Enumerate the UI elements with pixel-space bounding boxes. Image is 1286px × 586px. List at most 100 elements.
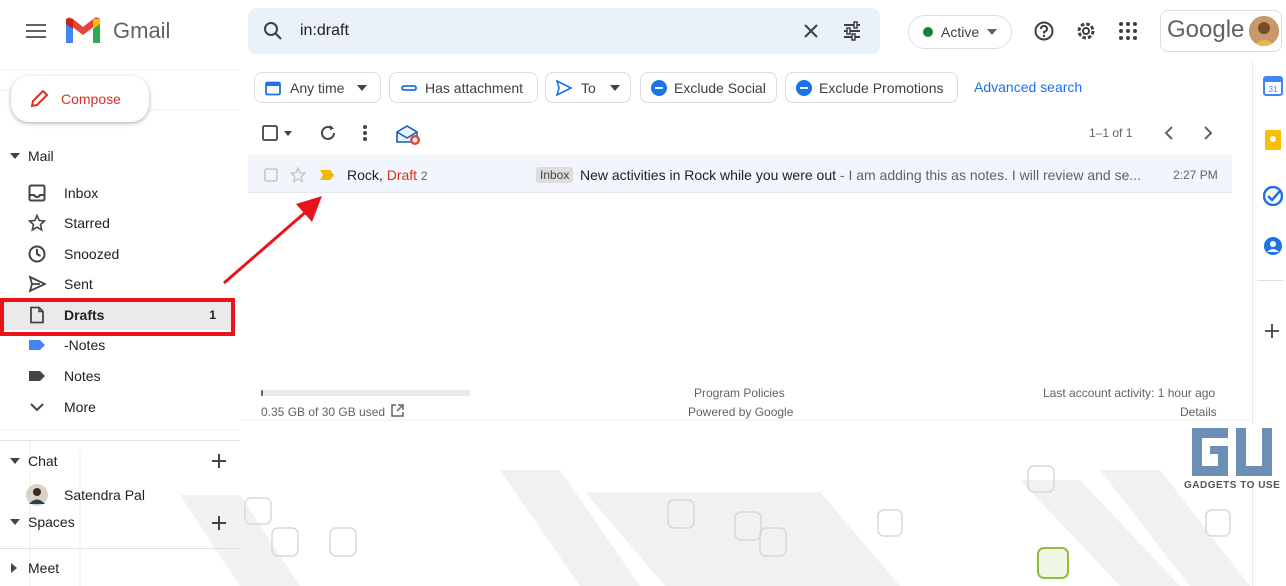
sidebar-item-sent[interactable]: Sent — [0, 269, 232, 299]
account-avatar[interactable] — [1249, 16, 1279, 46]
powered-by-text: Powered by Google — [688, 405, 794, 419]
search-icon[interactable] — [263, 21, 283, 41]
message-time: 2:27 PM — [1173, 168, 1218, 182]
sidebar-divider — [0, 548, 240, 549]
label-blue-icon — [29, 340, 45, 350]
importance-marker-icon[interactable] — [319, 169, 335, 181]
caret-down-icon — [10, 458, 20, 464]
draft-tag: Draft — [386, 167, 418, 183]
filter-has-attachment-chip[interactable]: Has attachment — [389, 72, 538, 103]
thread-count: 2 — [420, 169, 428, 183]
filter-exclude-social-chip[interactable]: Exclude Social — [640, 72, 777, 103]
sidebar-divider — [0, 440, 240, 441]
more-vert-icon[interactable] — [362, 124, 368, 142]
table-row[interactable]: Rock, Draft 2 Inbox New activities in Ro… — [248, 155, 1232, 193]
paperclip-icon — [401, 84, 417, 91]
contacts-app-icon[interactable] — [1263, 236, 1283, 256]
spaces-section-toggle[interactable]: Spaces — [10, 514, 75, 530]
star-icon — [28, 214, 46, 232]
refresh-icon[interactable] — [319, 124, 337, 142]
avatar-image-icon — [1249, 16, 1279, 46]
help-icon[interactable] — [1034, 21, 1054, 41]
annotation-arrow — [223, 196, 322, 285]
new-space-plus-icon[interactable] — [212, 516, 226, 530]
settings-gear-icon[interactable] — [1075, 20, 1097, 42]
watermark-text: GADGETS TO USE — [1184, 480, 1281, 491]
sidebar-item-inbox[interactable]: Inbox — [0, 178, 232, 208]
calendar-app-icon[interactable]: 31 — [1263, 76, 1283, 96]
sidebar-item-label: Sent — [64, 276, 93, 292]
minus-circle-icon — [796, 79, 812, 96]
main-menu-button[interactable] — [22, 18, 50, 44]
last-activity-text: Last account activity: 1 hour ago — [1043, 386, 1216, 400]
open-in-new-icon[interactable] — [391, 404, 404, 417]
message-subject-line: New activities in Rock while you were ou… — [580, 167, 1141, 183]
compose-button[interactable]: Compose — [11, 76, 149, 122]
get-addons-plus-icon[interactable] — [1265, 324, 1279, 338]
star-icon[interactable] — [290, 167, 306, 183]
drafts-highlight-box — [0, 298, 235, 336]
storage-bar-fill — [261, 390, 264, 396]
tasks-app-icon[interactable] — [1263, 186, 1283, 206]
message-subject: New activities in Rock while you were ou… — [580, 167, 836, 183]
hamburger-icon — [26, 24, 46, 38]
gadgets-to-use-logo-icon — [1186, 424, 1278, 480]
sidebar-item-label: Starred — [64, 215, 110, 231]
active-status-dot — [923, 27, 933, 37]
select-all-checkbox[interactable] — [262, 125, 292, 141]
meet-section-label: Meet — [28, 560, 60, 576]
search-options-icon[interactable] — [842, 21, 862, 41]
meet-section-toggle[interactable]: Meet — [10, 560, 59, 576]
google-account-box[interactable]: Google — [1160, 10, 1282, 52]
chevron-down-icon[interactable] — [284, 130, 292, 136]
apps-grid-icon[interactable] — [1119, 22, 1137, 40]
mail-section-toggle[interactable]: Mail — [10, 148, 54, 164]
gmail-brand-text: Gmail — [113, 18, 171, 43]
mail-section-label: Mail — [28, 148, 54, 164]
chevron-left-icon[interactable] — [1164, 126, 1174, 140]
program-policies-link[interactable]: Program Policies — [694, 386, 785, 400]
clear-search-icon[interactable] — [802, 22, 820, 40]
filter-any-time-chip[interactable]: Any time — [254, 72, 381, 103]
send-icon — [556, 79, 572, 96]
inbox-icon — [28, 184, 46, 202]
caret-down-icon — [10, 519, 20, 525]
compose-label: Compose — [61, 91, 121, 107]
chip-label: Exclude Promotions — [819, 79, 944, 96]
pencil-icon — [30, 89, 49, 108]
sidebar-item-more[interactable]: More — [0, 392, 232, 422]
label-icon — [29, 371, 45, 381]
new-chat-plus-icon[interactable] — [212, 454, 226, 468]
details-link[interactable]: Details — [1180, 405, 1217, 419]
keep-app-icon[interactable] — [1265, 130, 1281, 150]
checkbox-icon — [262, 125, 278, 141]
chip-label: To — [581, 79, 596, 96]
caret-down-icon — [10, 153, 20, 159]
sidebar-item-label: Snoozed — [64, 246, 120, 262]
search-bar[interactable] — [248, 8, 880, 54]
sidebar-item-starred[interactable]: Starred — [0, 208, 232, 238]
chevron-right-icon[interactable] — [1203, 126, 1213, 140]
contact-avatar-icon — [26, 484, 48, 506]
sidebar-item-label: Inbox — [64, 185, 99, 201]
chat-contact-item[interactable]: Satendra Pal — [26, 484, 226, 506]
chat-section-label: Chat — [28, 453, 58, 469]
svg-text:31: 31 — [1269, 85, 1278, 94]
sidebar-item-label: -Notes — [64, 337, 106, 353]
chip-label: Exclude Social — [674, 79, 766, 96]
sidebar-item-snoozed[interactable]: Snoozed — [0, 239, 232, 269]
sender-name: Rock, — [347, 167, 383, 183]
side-panel-divider — [1257, 280, 1283, 281]
row-checkbox-icon[interactable] — [264, 168, 278, 182]
chat-section-toggle[interactable]: Chat — [10, 453, 58, 469]
sidebar-item-notes-label-2[interactable]: Notes — [0, 361, 232, 391]
advanced-search-link[interactable]: Advanced search — [974, 79, 1082, 95]
search-input[interactable] — [300, 20, 780, 42]
top-header: Gmail Active Google — [0, 0, 1286, 62]
gmail-logo-icon — [66, 17, 100, 43]
scheduled-send-icon[interactable] — [395, 124, 421, 146]
status-dropdown[interactable]: Active — [908, 15, 1012, 49]
filter-exclude-promotions-chip[interactable]: Exclude Promotions — [785, 72, 958, 103]
watermark-logo: GADGETS TO USE — [1182, 424, 1282, 494]
filter-to-chip[interactable]: To — [545, 72, 631, 103]
